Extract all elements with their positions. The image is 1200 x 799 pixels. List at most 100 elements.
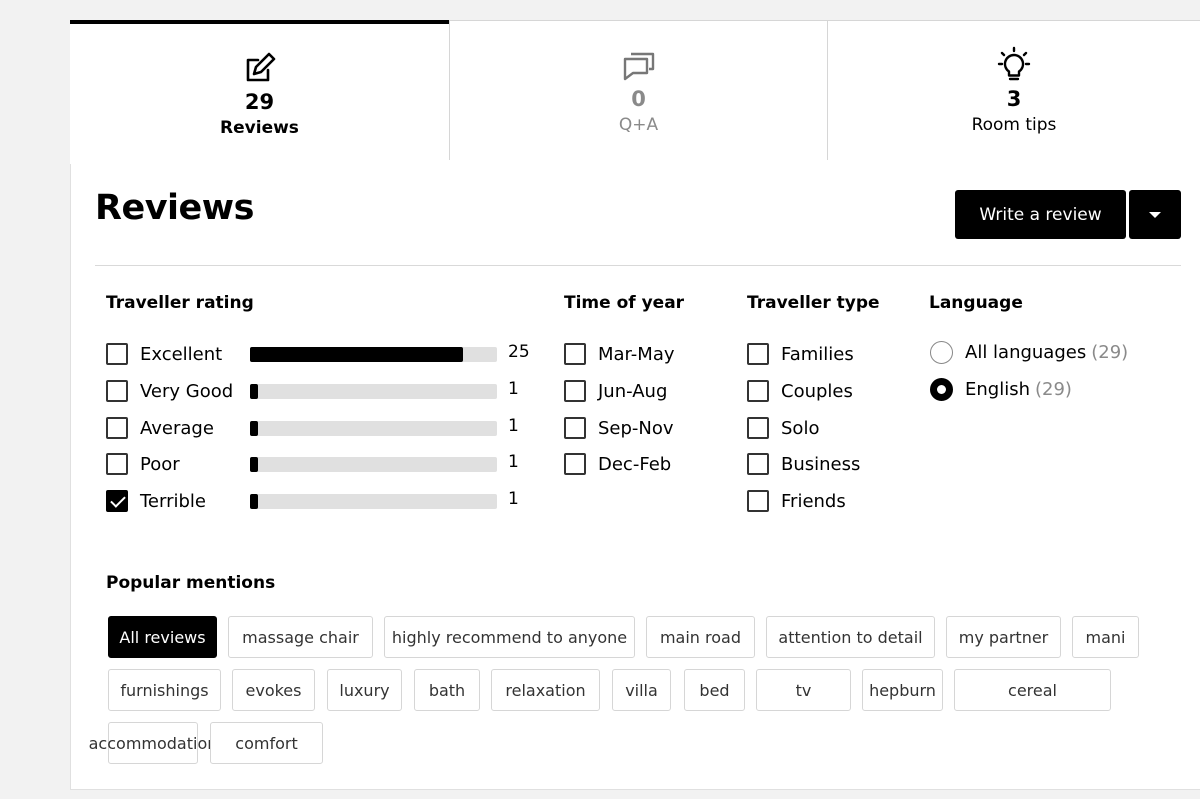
rating-label: Poor (140, 453, 180, 475)
rating-count: 1 (508, 452, 519, 472)
rating-filter-average[interactable]: Average (106, 415, 214, 441)
checkbox[interactable] (747, 380, 769, 402)
mention-chip-hepburn[interactable]: hepburn (862, 669, 943, 711)
rating-bar-fill (250, 457, 259, 472)
mention-chip-accommodation[interactable]: accommodation (89, 722, 217, 764)
rating-count: 1 (508, 379, 519, 399)
mention-chip-cereal[interactable]: cereal (954, 669, 1111, 711)
mention-chip-highly-recommend-to-anyone[interactable]: highly recommend to anyone (384, 616, 635, 658)
write-review-dropdown-button[interactable] (1129, 190, 1181, 239)
traveller-rating-title: Traveller rating (106, 293, 254, 313)
time-filter-label: Jun-Aug (598, 380, 668, 402)
mention-chip-relaxation[interactable]: relaxation (491, 669, 600, 711)
caret-down-icon (1149, 211, 1161, 218)
mention-chip-furnishings[interactable]: furnishings (108, 669, 221, 711)
type-filter-business[interactable]: Business (747, 451, 860, 477)
checkbox[interactable] (106, 453, 128, 475)
rating-filter-terrible[interactable]: Terrible (106, 488, 206, 514)
language-option-english[interactable]: English (29) (930, 376, 1072, 402)
radio-button[interactable] (930, 340, 953, 364)
mention-chip-all-reviews[interactable]: All reviews (108, 616, 217, 658)
rating-bar-poor (250, 457, 497, 472)
lightbulb-icon (997, 46, 1031, 81)
language-label: English (29) (965, 379, 1072, 400)
tab-room-tips[interactable]: 3 Room tips (827, 20, 1200, 161)
mention-chip-villa[interactable]: villa (612, 669, 671, 711)
time-filter-jun-aug[interactable]: Jun-Aug (564, 378, 667, 404)
tab-reviews[interactable]: 29 Reviews (70, 20, 449, 164)
edit-icon (246, 52, 275, 82)
rating-bar-fill (250, 494, 259, 509)
checkbox[interactable] (106, 417, 128, 439)
rating-label: Very Good (140, 380, 234, 402)
radio-button[interactable] (930, 377, 953, 401)
mention-chip-bath[interactable]: bath (414, 669, 480, 711)
popular-mentions-title: Popular mentions (106, 573, 276, 593)
rating-filter-excellent[interactable]: Excellent (106, 341, 222, 367)
divider (95, 265, 1181, 266)
rating-count: 1 (508, 489, 519, 509)
rating-label: Average (140, 417, 214, 439)
type-filter-couples[interactable]: Couples (747, 378, 853, 404)
mention-chip-comfort[interactable]: comfort (210, 722, 323, 764)
mention-chip-my-partner[interactable]: my partner (946, 616, 1061, 658)
language-count: (29) (1091, 341, 1129, 363)
mention-chip-mani[interactable]: mani (1072, 616, 1139, 658)
checkbox[interactable] (106, 490, 128, 512)
checkbox[interactable] (106, 343, 128, 365)
tab-reviews-count: 29 (244, 90, 275, 114)
checkbox[interactable] (106, 380, 128, 402)
write-review-button[interactable]: Write a review (955, 190, 1126, 239)
rating-label: Terrible (140, 490, 206, 512)
rating-bar-fill (250, 347, 463, 362)
tab-reviews-label: Reviews (220, 118, 299, 138)
checkbox[interactable] (747, 417, 769, 439)
mention-chip-massage-chair[interactable]: massage chair (228, 616, 373, 658)
rating-bar-average (250, 421, 497, 436)
language-name: English (965, 378, 1030, 400)
mention-chip-attention-to-detail[interactable]: attention to detail (766, 616, 935, 658)
language-label: All languages (29) (965, 342, 1128, 363)
mention-chip-bed[interactable]: bed (684, 669, 745, 711)
time-filter-label: Sep-Nov (598, 417, 674, 439)
mention-chip-main-road[interactable]: main road (646, 616, 755, 658)
tab-qa-label: Q+A (618, 115, 659, 135)
rating-bar-very-good (250, 384, 497, 399)
checkbox[interactable] (564, 343, 586, 365)
rating-filter-poor[interactable]: Poor (106, 451, 180, 477)
type-filter-friends[interactable]: Friends (747, 488, 846, 514)
language-option-all-languages[interactable]: All languages (29) (930, 339, 1128, 365)
type-filter-solo[interactable]: Solo (747, 415, 819, 441)
mention-chip-luxury[interactable]: luxury (327, 669, 402, 711)
rating-bar-fill (250, 384, 259, 399)
language-title: Language (929, 293, 1023, 313)
checkbox[interactable] (564, 453, 586, 475)
mention-chip-tv[interactable]: tv (756, 669, 851, 711)
tab-room-tips-label: Room tips (971, 115, 1057, 135)
rating-filter-very-good[interactable]: Very Good (106, 378, 233, 404)
time-filter-label: Mar-May (598, 343, 675, 365)
checkbox[interactable] (747, 343, 769, 365)
type-filter-label: Business (781, 453, 861, 475)
time-filter-mar-may[interactable]: Mar-May (564, 341, 675, 367)
traveller-type-title: Traveller type (747, 293, 880, 313)
mention-chip-evokes[interactable]: evokes (232, 669, 315, 711)
tab-qa-count: 0 (631, 87, 646, 111)
type-filter-label: Families (781, 343, 854, 365)
type-filter-families[interactable]: Families (747, 341, 854, 367)
rating-bar-fill (250, 421, 259, 436)
rating-label: Excellent (140, 343, 223, 365)
checkbox[interactable] (564, 417, 586, 439)
reviews-panel: Reviews Write a review Traveller rating … (70, 160, 1200, 790)
checkbox[interactable] (747, 453, 769, 475)
checkbox[interactable] (747, 490, 769, 512)
time-filter-dec-feb[interactable]: Dec-Feb (564, 451, 671, 477)
rating-bar-excellent (250, 347, 497, 362)
type-filter-label: Friends (781, 490, 846, 512)
tab-bar: 29 Reviews 0 Q+A 3 Room tips (70, 20, 1200, 164)
checkbox[interactable] (564, 380, 586, 402)
tab-qa[interactable]: 0 Q+A (449, 20, 828, 161)
type-filter-label: Solo (781, 417, 820, 439)
time-of-year-title: Time of year (564, 293, 685, 313)
time-filter-sep-nov[interactable]: Sep-Nov (564, 415, 674, 441)
